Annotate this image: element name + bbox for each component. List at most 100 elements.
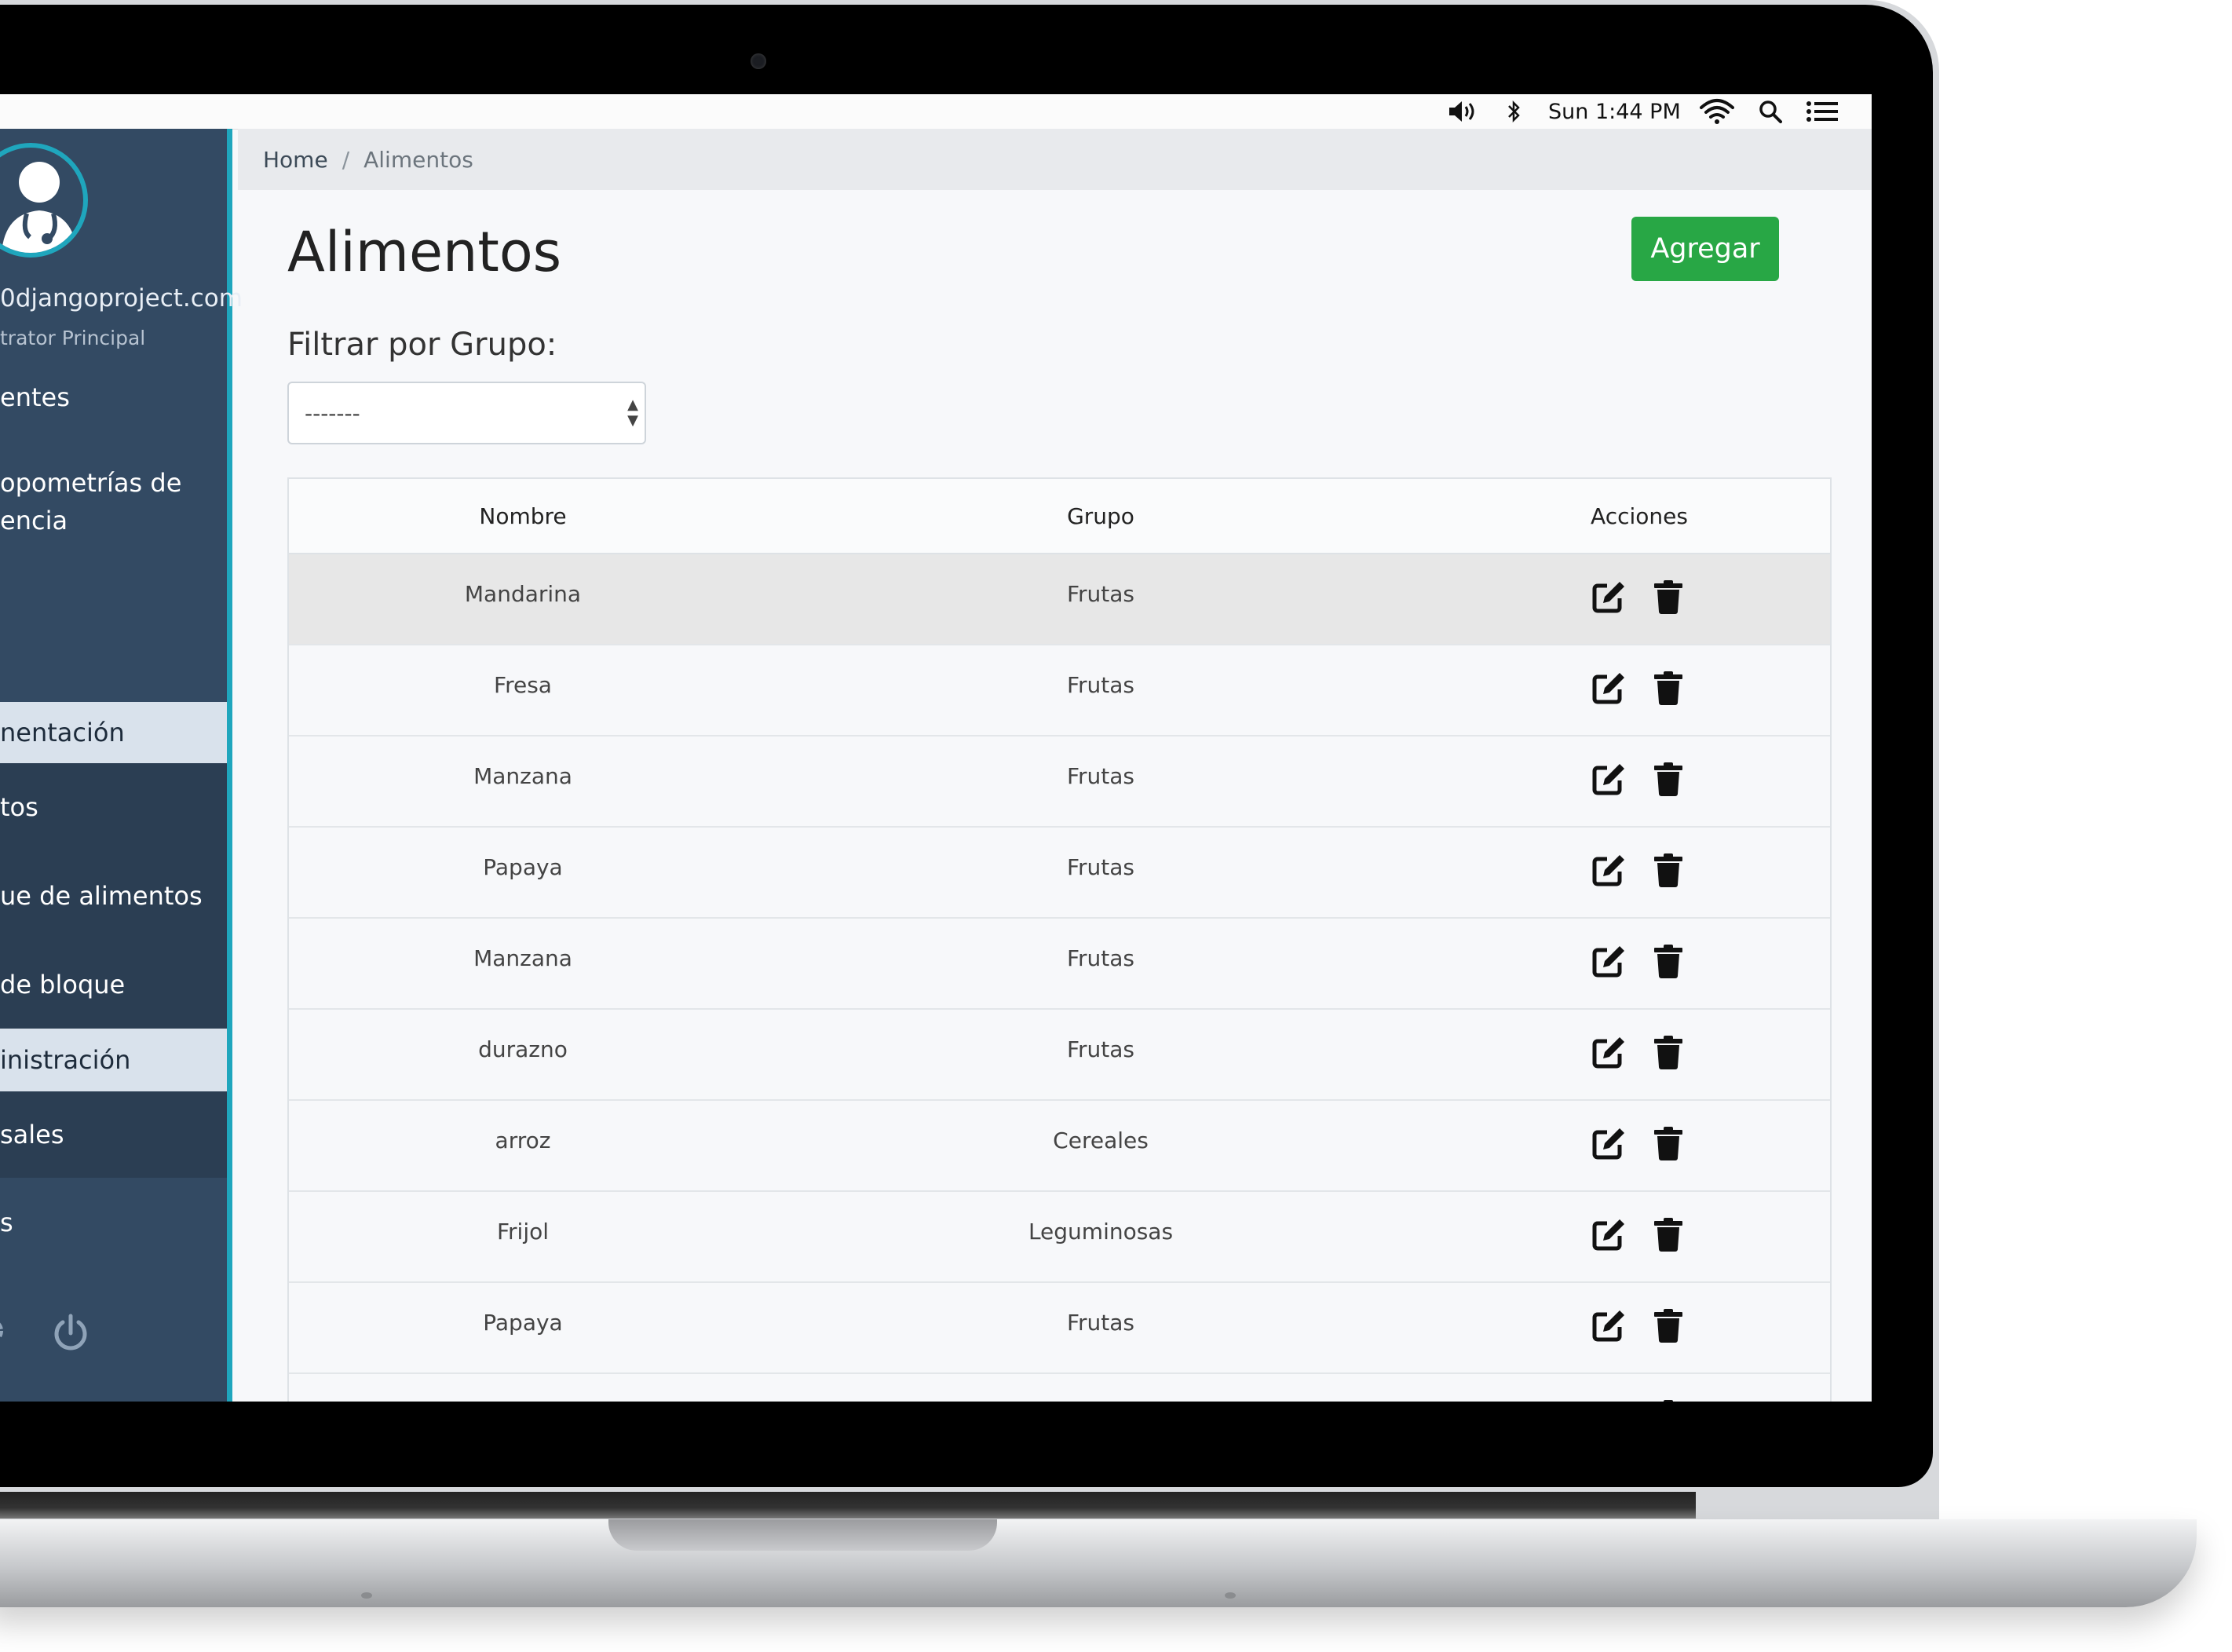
food-group: Cereales [1053, 1128, 1149, 1153]
laptop-foot [1225, 1592, 1236, 1599]
trash-icon[interactable] [1653, 762, 1687, 796]
breadcrumb: Home / Alimentos [238, 129, 1872, 190]
spotlight-search-icon[interactable] [1759, 94, 1782, 129]
food-group: Frutas [757, 1374, 1445, 1402]
trash-icon[interactable] [1653, 1217, 1687, 1252]
food-name: durazno [478, 1036, 568, 1062]
edit-icon[interactable] [1591, 579, 1626, 614]
laptop-notch [608, 1519, 997, 1551]
sidebar-item-label: entes [0, 382, 70, 412]
food-group: Frutas [1066, 763, 1135, 789]
trash-icon[interactable] [1653, 853, 1687, 887]
table-row: Frijol Leguminosas [289, 1192, 1830, 1283]
bluetooth-icon[interactable] [1506, 94, 1521, 129]
food-name: Manzana [473, 945, 572, 971]
row-actions [1445, 1010, 1834, 1069]
foods-table: Nombre Grupo Acciones Mandarina Frutas F… [287, 477, 1832, 1402]
food-group: Leguminosas [1028, 1219, 1174, 1244]
user-email: 0djangoproject.com [0, 284, 243, 312]
column-header-acciones: Acciones [1591, 503, 1688, 529]
sidebar: 0djangoproject.com trator Principal ente… [0, 129, 243, 1402]
table-row: Mandarina Frutas [289, 554, 1830, 645]
row-actions [1445, 554, 1834, 614]
page-title: Alimentos [287, 220, 562, 284]
trash-icon[interactable] [1653, 671, 1687, 705]
table-row: Manzana Frutas [289, 736, 1830, 828]
trash-icon[interactable] [1653, 1126, 1687, 1160]
row-actions [1445, 828, 1834, 887]
trash-icon[interactable] [1653, 1035, 1687, 1069]
power-icon[interactable] [50, 1313, 91, 1357]
sidebar-item-label: opometrías de [0, 468, 182, 498]
sidebar-item-label: sales [0, 1120, 64, 1149]
food-group: Frutas [1066, 945, 1135, 971]
group-filter-select[interactable]: ------- ▲ ▼ [287, 382, 646, 444]
trash-icon[interactable] [1653, 1399, 1687, 1402]
food-name: Manzana [473, 763, 572, 789]
sidebar-item-usuarios[interactable]: s [0, 1178, 227, 1267]
sidebar-item-label: de bloque [0, 970, 126, 1000]
table-body: Mandarina Frutas Fresa Frutas Manzana Fr… [289, 554, 1830, 1402]
sidebar-item-antropometrias[interactable]: opometrías de encia [0, 459, 227, 545]
table-row: arroz Cereales [289, 1101, 1830, 1192]
row-actions [1445, 736, 1834, 796]
trash-icon[interactable] [1653, 579, 1687, 614]
row-actions [1445, 1283, 1834, 1343]
webcam [751, 53, 766, 69]
food-name: Fresa [494, 672, 552, 698]
edit-icon[interactable] [1591, 1126, 1626, 1160]
edit-icon[interactable] [1591, 762, 1626, 796]
sidebar-item-label: ue de alimentos [0, 881, 203, 911]
column-header-nombre[interactable]: Nombre [289, 503, 757, 529]
row-actions [1445, 645, 1834, 705]
settings-icon[interactable] [0, 1313, 11, 1352]
laptop-foot [361, 1592, 372, 1599]
sidebar-section-alimentacion[interactable]: nentación [0, 702, 227, 763]
food-name: Mandarina [464, 581, 582, 607]
user-role: trator Principal [0, 327, 146, 349]
edit-icon[interactable] [1591, 1399, 1626, 1402]
sidebar-item-tipos-de-bloque[interactable]: de bloque [0, 941, 227, 1029]
sidebar-section-label: inistración [0, 1045, 131, 1075]
sidebar-item-alimentos[interactable]: tos [0, 763, 227, 851]
edit-icon[interactable] [1591, 1217, 1626, 1252]
food-name: Frijol [496, 1219, 550, 1244]
food-group: Frutas [1066, 581, 1135, 607]
edit-icon[interactable] [1591, 1035, 1626, 1069]
breadcrumb-current: Alimentos [363, 146, 473, 173]
select-arrows-icon: ▲ ▼ [627, 397, 638, 429]
menubar: Sun 1:44 PM [0, 94, 1872, 130]
wifi-icon[interactable] [1699, 94, 1735, 129]
add-button[interactable]: Agregar [1631, 217, 1779, 281]
breadcrumb-home-link[interactable]: Home [263, 147, 328, 173]
trash-icon[interactable] [1653, 1308, 1687, 1343]
trash-icon[interactable] [1653, 944, 1687, 978]
table-row: Manzana Frutas [289, 919, 1830, 1010]
edit-icon[interactable] [1591, 853, 1626, 887]
edit-icon[interactable] [1591, 944, 1626, 978]
sidebar-section-administracion[interactable]: inistración [0, 1029, 227, 1091]
table-header: Nombre Grupo Acciones [289, 479, 1830, 554]
food-group: Frutas [1066, 1036, 1135, 1062]
sidebar-item-sucursales[interactable]: sales [0, 1091, 227, 1178]
edit-icon[interactable] [1591, 1308, 1626, 1343]
group-filter-value: ------- [305, 400, 360, 426]
sidebar-item-pacientes[interactable]: entes [0, 374, 227, 421]
control-center-icon[interactable] [1806, 94, 1839, 129]
table-row: Papaya Frutas [289, 828, 1830, 919]
sidebar-item-bloque-de-alimentos[interactable]: ue de alimentos [0, 851, 227, 941]
user-avatar [0, 143, 88, 258]
menubar-clock[interactable]: Sun 1:44 PM [1548, 94, 1681, 129]
table-row: Fresa Frutas [289, 645, 1830, 736]
food-name: pera [289, 1374, 757, 1402]
column-header-grupo[interactable]: Grupo [757, 503, 1445, 529]
table-row: Papaya Frutas [289, 1283, 1830, 1374]
food-name: Papaya [483, 1310, 563, 1336]
screen: Sun 1:44 PM 0djangoproject.com trator Pr… [0, 94, 1872, 1402]
food-group: Frutas [1066, 1310, 1135, 1336]
edit-icon[interactable] [1591, 671, 1626, 705]
laptop-base [0, 1519, 2197, 1607]
sidebar-section-label: nentación [0, 718, 125, 747]
volume-icon[interactable] [1448, 94, 1479, 129]
laptop-hinge [0, 1492, 1696, 1519]
